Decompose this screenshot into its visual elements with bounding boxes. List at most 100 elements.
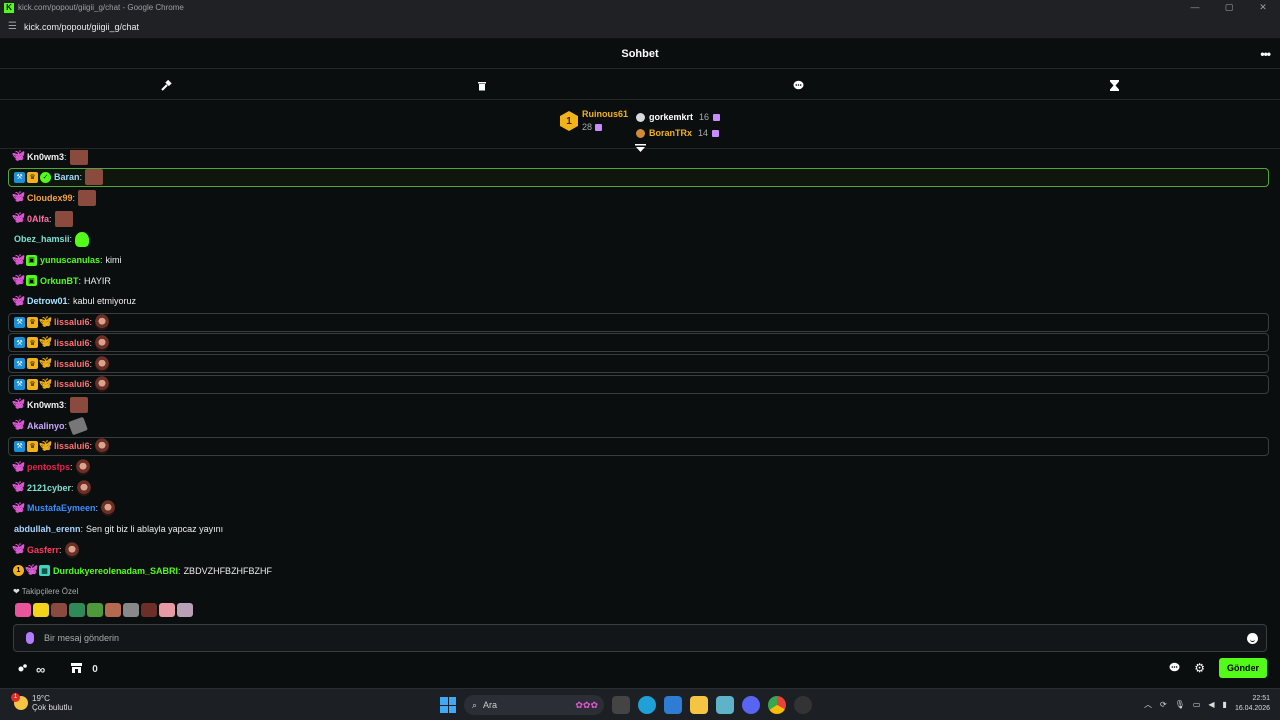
emote-image[interactable] xyxy=(78,189,97,206)
emote-image[interactable] xyxy=(101,500,116,517)
battery-icon[interactable]: ▮ xyxy=(1223,700,1227,709)
subscriber-badge-icon[interactable]: ▣ xyxy=(26,275,37,287)
chat-message[interactable]: ⚒ ♛ ✓ Baran: xyxy=(8,167,1269,187)
chat-username[interactable]: Cloudex99 xyxy=(27,193,73,203)
butterfly-icon[interactable]: 🦋︎ xyxy=(12,296,25,307)
chat-message[interactable]: 🦋︎ ▣ yunuscanulas: kimi xyxy=(8,251,1269,270)
followers-emote[interactable] xyxy=(33,603,49,617)
emote-image[interactable] xyxy=(75,231,90,247)
chat-message[interactable]: 🦋︎ Akalinyo: xyxy=(8,416,1269,435)
weather-widget[interactable]: 1 19°C Çok bulutlu xyxy=(11,693,72,712)
chat-message[interactable]: 🦋︎ MustafaEymeen: xyxy=(8,499,1269,518)
file-explorer-icon[interactable] xyxy=(690,696,708,714)
vip-crown-icon[interactable]: ♛ xyxy=(27,337,38,349)
vip-crown-icon[interactable]: ♛ xyxy=(27,316,38,328)
followers-emote[interactable] xyxy=(159,603,175,617)
store-icon[interactable] xyxy=(664,696,682,714)
butterfly-icon[interactable]: 🦋︎ xyxy=(12,192,25,203)
chat-message[interactable]: 🦋︎ 2121cyber: xyxy=(8,478,1269,497)
chat-message[interactable]: 🦋︎ pentosfps: xyxy=(8,458,1269,477)
emote-image[interactable] xyxy=(95,314,110,331)
chat-username[interactable]: yunuscanulas xyxy=(40,255,100,265)
emote-image[interactable] xyxy=(95,334,110,351)
followers-emote[interactable] xyxy=(177,603,193,617)
chat-username[interactable]: abdullah_erenn xyxy=(14,524,81,534)
clock[interactable]: 22:51 16.04.2026 xyxy=(1235,694,1270,714)
chat-message[interactable]: 🦋︎ Detrow01: kabul etmiyoruz xyxy=(8,292,1269,311)
message-input-box[interactable] xyxy=(13,624,1267,652)
leaderboard-first-place[interactable]: 1 Ruinous61 28 xyxy=(560,109,628,132)
chat-message[interactable]: 🦋︎ Gasferr: xyxy=(8,540,1269,559)
volume-icon[interactable]: ◀ xyxy=(1208,700,1214,709)
chat-username[interactable]: lissalui6 xyxy=(54,379,90,389)
chat-username[interactable]: MustafaEymeen xyxy=(27,503,96,513)
chat-username[interactable]: Gasferr xyxy=(27,545,59,555)
subscriber-badge-icon[interactable]: ▣ xyxy=(26,254,37,266)
vip-crown-icon[interactable]: ♛ xyxy=(27,171,38,183)
moderator-badge-icon[interactable]: ⚒ xyxy=(14,171,25,183)
chat-username[interactable]: lissalui6 xyxy=(54,359,90,369)
chat-message[interactable]: 🦋︎ 0Alfa: xyxy=(8,209,1269,228)
chat-message[interactable]: abdullah_erenn: Sen git biz li ablayla ya… xyxy=(8,520,1269,539)
hourglass-icon[interactable] xyxy=(1107,78,1121,92)
moderator-badge-icon[interactable]: ⚒ xyxy=(14,378,25,390)
chat-message[interactable]: 🦋︎ Cloudex99: xyxy=(8,188,1269,207)
message-input[interactable] xyxy=(44,633,1247,643)
emote-image[interactable] xyxy=(95,376,110,393)
og-badge-icon[interactable]: 1 xyxy=(13,565,24,576)
leaderboard-row[interactable]: gorkemkrt 16 xyxy=(636,109,721,125)
more-options-icon[interactable]: ••• xyxy=(1260,47,1271,61)
chat-message[interactable]: 🦋︎ ▣ OrkunBT: HAYIR xyxy=(8,271,1269,290)
leaderboard-row[interactable]: BoranTRx 14 xyxy=(636,125,720,141)
butterfly-icon[interactable]: 🦋︎ xyxy=(12,213,25,224)
edge-icon[interactable] xyxy=(638,696,656,714)
chat-message[interactable]: ⚒ ♛ 🦋︎ lissalui6: xyxy=(8,312,1269,332)
followers-emote[interactable] xyxy=(15,603,31,617)
trash-icon[interactable] xyxy=(475,78,489,92)
butterfly-icon[interactable]: 🦋︎ xyxy=(39,379,52,390)
taskbar-search[interactable]: ⌕ Ara ✿✿✿ xyxy=(464,695,604,715)
site-info-icon[interactable]: ☰ xyxy=(8,21,18,32)
butterfly-icon[interactable]: 🦋︎ xyxy=(39,337,52,348)
butterfly-icon[interactable]: 🦋︎ xyxy=(39,441,52,452)
channel-points-icon[interactable] xyxy=(18,663,30,676)
chat-username[interactable]: lissalui6 xyxy=(54,338,90,348)
chat-message[interactable]: ⚒ ♛ 🦋︎ lissalui6: xyxy=(8,374,1269,394)
chat-username[interactable]: Detrow01 xyxy=(27,296,68,306)
vip-crown-icon[interactable]: ♛ xyxy=(27,378,38,390)
emote-image[interactable] xyxy=(95,438,110,455)
chat-username[interactable]: Durdukyereolenadam_SABRI xyxy=(53,566,178,576)
butterfly-icon[interactable]: 🦋︎ xyxy=(12,462,25,473)
emote-image[interactable] xyxy=(68,416,88,435)
emote-image[interactable] xyxy=(75,459,90,475)
butterfly-icon[interactable]: 🦋︎ xyxy=(12,255,25,266)
followers-emote[interactable] xyxy=(141,603,157,617)
chat-messages[interactable]: 🦋︎ Kn0wm3: ⚒ ♛ ✓ Baran: 🦋︎ Cloudex99: 🦋︎ 0Alfa: Ob… xyxy=(0,150,1280,585)
chat-bubble-icon[interactable] xyxy=(791,78,805,92)
emoji-picker-icon[interactable] xyxy=(1247,632,1258,644)
chrome-icon[interactable] xyxy=(768,696,786,714)
chevron-up-icon[interactable]: ︿ xyxy=(1144,699,1152,710)
send-button[interactable]: Gönder xyxy=(1218,658,1267,678)
butterfly-icon[interactable]: 🦋︎ xyxy=(12,482,25,493)
discord-icon[interactable] xyxy=(742,696,760,714)
emote-image[interactable] xyxy=(76,479,91,496)
settings-app-icon[interactable] xyxy=(716,696,734,714)
minimize-button[interactable]: — xyxy=(1178,0,1212,15)
chat-message[interactable]: ⚒ ♛ 🦋︎ lissalui6: xyxy=(8,436,1269,456)
emote-image[interactable] xyxy=(69,150,88,165)
butterfly-icon[interactable]: 🦋︎ xyxy=(12,399,25,410)
moderator-badge-icon[interactable]: ⚒ xyxy=(14,358,25,369)
chat-message[interactable]: ⚒ ♛ 🦋︎ lissalui6: xyxy=(8,333,1269,353)
followers-emote[interactable] xyxy=(51,603,67,617)
chat-username[interactable]: Baran xyxy=(54,172,80,182)
followers-emote[interactable] xyxy=(69,603,85,617)
emote-image[interactable] xyxy=(69,396,88,413)
chat-message[interactable]: 🦋︎ Kn0wm3: xyxy=(8,150,1269,166)
app-icon[interactable] xyxy=(794,696,812,714)
url-text[interactable]: kick.com/popout/giigii_g/chat xyxy=(24,22,139,32)
close-window-button[interactable]: ✕ xyxy=(1246,0,1280,15)
chat-username[interactable]: Kn0wm3 xyxy=(27,152,64,162)
chat-username[interactable]: Obez_hamsii xyxy=(14,234,70,244)
followers-emote[interactable] xyxy=(87,603,103,617)
